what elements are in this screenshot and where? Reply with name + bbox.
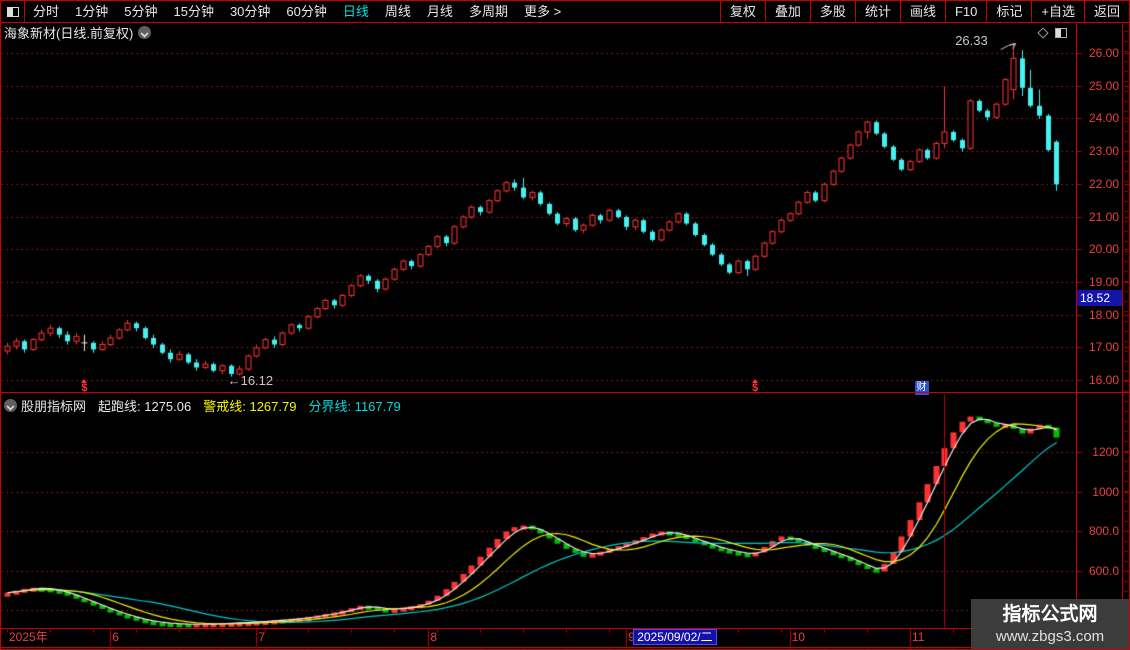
price-axis-label: 21.00 <box>1088 209 1119 224</box>
price-axis-label: 18.00 <box>1088 307 1119 322</box>
price-axis-label: 25.00 <box>1088 78 1119 93</box>
price-axis-label: 23.00 <box>1088 144 1119 159</box>
low-price-annotation: ←16.12 <box>227 373 274 389</box>
time-axis-month-6: 6 <box>112 630 119 644</box>
time-axis-year: 2025年 <box>9 630 48 644</box>
indicator-legend-item: 警戒线: 1267.79 <box>203 398 297 414</box>
price-axis-label: 22.00 <box>1088 176 1119 191</box>
indicator-legend: 起跑线: 1275.06 警戒线: 1267.79 分界线: 1167.79 <box>86 396 401 415</box>
time-axis-month-11: 11 <box>912 630 925 644</box>
indicator-legend-item: 起跑线: 1275.06 <box>98 398 192 414</box>
panel-divider <box>1 392 1129 393</box>
site-watermark: 指标公式网 www.zbgs3.com <box>971 599 1129 649</box>
time-axis-month-7: 7 <box>258 630 266 644</box>
price-axis-border <box>1076 24 1077 647</box>
candlestick-canvas[interactable] <box>1 1 1129 649</box>
price-axis-label: 16.00 <box>1088 373 1119 387</box>
watermark-url: www.zbgs3.com <box>995 628 1105 645</box>
indicator-axis-label: 600.0 <box>1088 563 1119 578</box>
selected-date-badge: 2025/09/02/二 <box>633 629 717 645</box>
stock-chart-window: 分时1分钟5分钟15分钟30分钟60分钟日线周线月线多周期更多 > 复权叠加多股… <box>0 0 1130 650</box>
last-price-badge: 18.52 <box>1077 289 1122 306</box>
indicator-header: 股朋指标网 起跑线: 1275.06 警戒线: 1267.79 分界线: 1167.… <box>1 395 401 415</box>
indicator-source[interactable]: 股朋指标网 <box>21 396 86 415</box>
price-axis-label: 24.00 <box>1088 111 1119 126</box>
indicator-axis-label: 800.0 <box>1088 524 1119 538</box>
indicator-chevron-icon[interactable] <box>4 398 17 412</box>
high-price-annotation: 26.33 <box>955 33 988 49</box>
dividend-marker: $ <box>78 379 90 394</box>
indicator-axis-label: 1000 <box>1092 484 1119 499</box>
indicator-legend-item: 分界线: 1167.79 <box>308 398 401 414</box>
time-axis-month-8: 8 <box>430 630 438 644</box>
indicator-axis-label: 1200 <box>1092 445 1119 459</box>
watermark-title: 指标公式网 <box>1002 604 1098 625</box>
price-axis-label: 19.00 <box>1088 274 1119 289</box>
time-axis[interactable]: 2025年 6 7 8 9 10 11 2025/09/02/二 <box>1 629 1075 646</box>
time-axis-top-border <box>1 628 1129 629</box>
ruler-border <box>1122 24 1123 649</box>
time-axis-month-10: 10 <box>791 630 805 644</box>
price-axis-label: 17.00 <box>1088 340 1119 355</box>
price-axis-label: 20.00 <box>1088 242 1119 257</box>
time-axis-bottom-border <box>1 647 1129 648</box>
dividend-marker: $ <box>749 379 761 394</box>
price-axis-label: 26.00 <box>1088 46 1119 60</box>
